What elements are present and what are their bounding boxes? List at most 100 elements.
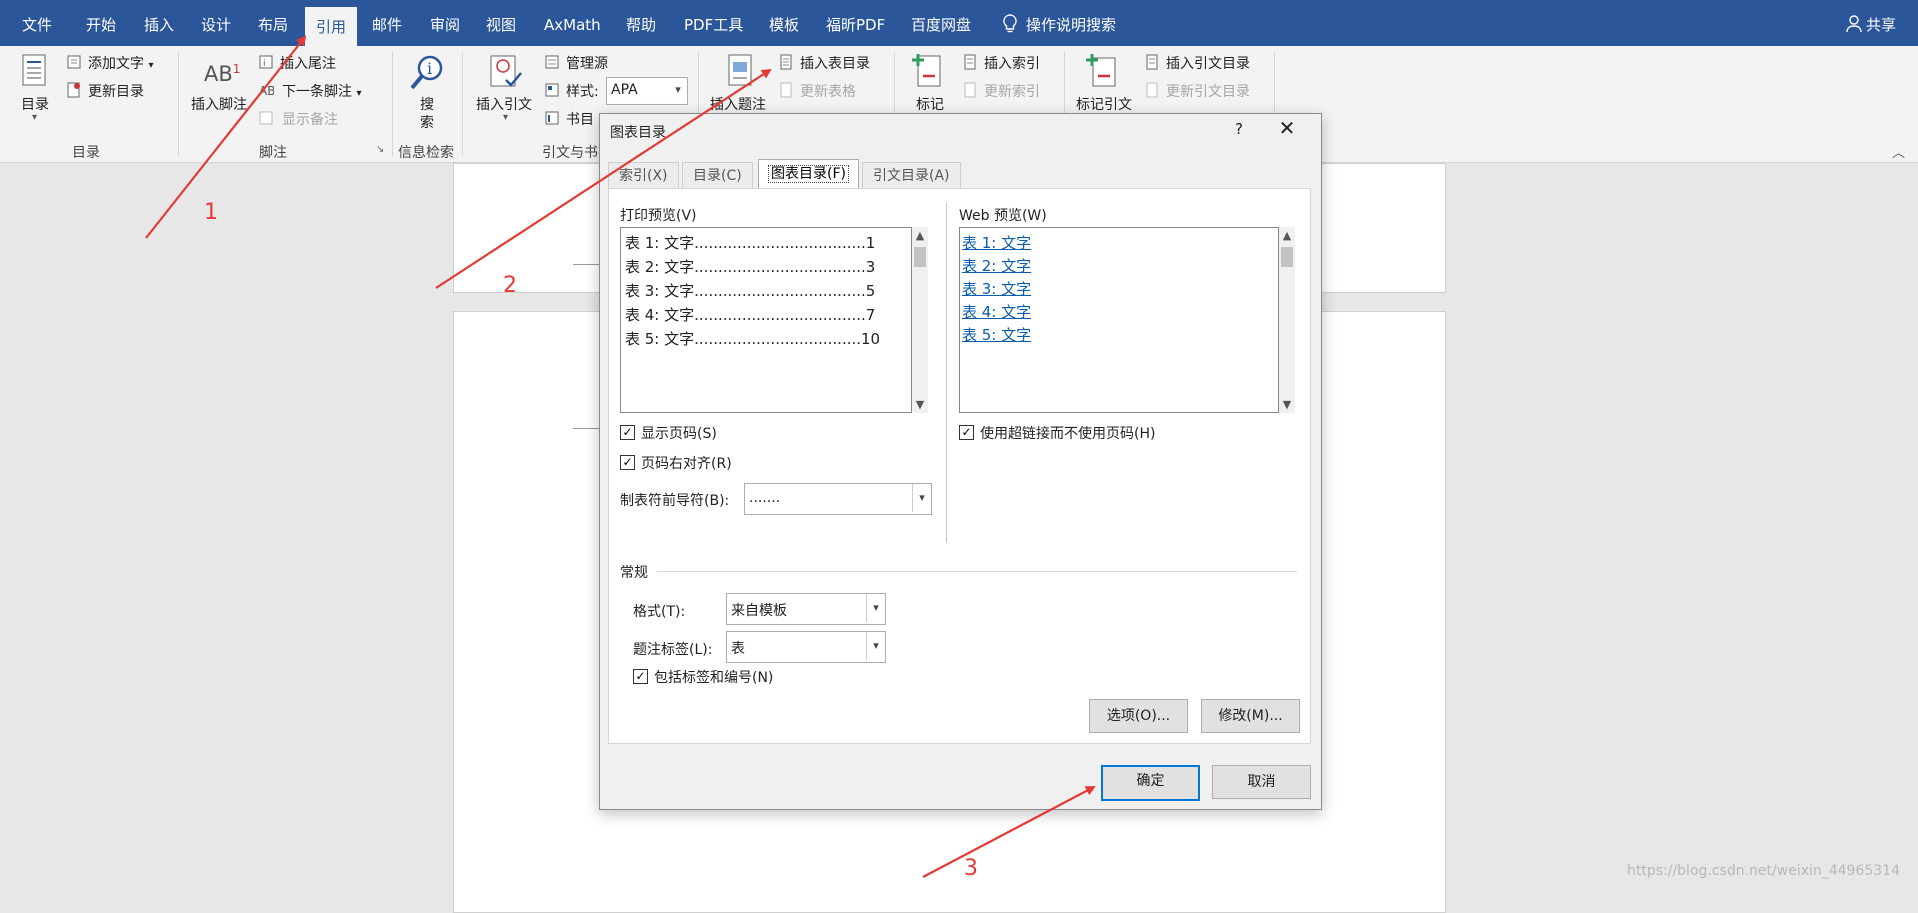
mark-entry-icon: [912, 54, 941, 87]
web-preview-link[interactable]: 表 5: 文字: [962, 324, 1031, 345]
web-preview-box[interactable]: 表 1: 文字 表 2: 文字 表 3: 文字 表 4: 文字 表 5: 文字: [959, 227, 1279, 413]
insert-caption-button[interactable]: 插入题注: [710, 94, 766, 114]
scroll-thumb[interactable]: [914, 247, 926, 267]
include-label-label[interactable]: 包括标签和编号(N): [654, 667, 773, 687]
help-button[interactable]: ?: [1229, 120, 1249, 138]
next-footnote-button[interactable]: 下一条脚注 ▾: [282, 81, 361, 101]
chevron-up-icon[interactable]: ▲: [1281, 229, 1293, 242]
ok-button[interactable]: 确定: [1101, 765, 1200, 801]
annotation-step-3: 3: [964, 856, 978, 881]
group-label-research: 信息检索: [398, 145, 454, 161]
menu-layout[interactable]: 布局: [258, 0, 288, 46]
tab-table-of-authorities[interactable]: 引文目录(A): [862, 162, 961, 189]
insert-citation-dropdown-arrow[interactable]: ▾: [503, 112, 508, 123]
table-of-contents-icon: [22, 54, 46, 86]
right-align-label[interactable]: 页码右对齐(R): [641, 453, 732, 473]
tab-toc[interactable]: 目录(C): [682, 162, 753, 189]
insert-index-icon: [964, 54, 976, 70]
footnote-dialog-launcher-icon[interactable]: ↘: [376, 144, 384, 155]
search-info-icon: i: [410, 55, 443, 90]
modify-button[interactable]: 修改(M)...: [1201, 699, 1300, 733]
show-notes-button[interactable]: 显示备注: [282, 109, 338, 129]
menu-foxit-pdf[interactable]: 福昕PDF: [826, 0, 885, 46]
chevron-down-icon: ▾: [866, 594, 885, 622]
update-table-button[interactable]: 更新表格: [800, 81, 856, 101]
menu-design[interactable]: 设计: [201, 0, 231, 46]
chevron-up-icon[interactable]: ▲: [914, 229, 926, 242]
toc-dropdown-arrow[interactable]: ▾: [32, 112, 37, 123]
citation-style-dropdown[interactable]: APA ▾: [606, 77, 688, 105]
menu-pdf-tools[interactable]: PDF工具: [684, 0, 743, 46]
annotation-step-2: 2: [503, 273, 517, 298]
menu-file[interactable]: 文件: [22, 0, 52, 46]
tab-leader-dropdown[interactable]: ....... ▾: [744, 483, 932, 515]
menu-help[interactable]: 帮助: [626, 0, 656, 46]
group-label-toc: 目录: [72, 145, 100, 161]
toc-button[interactable]: 目录: [21, 94, 49, 114]
caption-label-dropdown[interactable]: 表 ▾: [726, 631, 886, 663]
menu-insert[interactable]: 插入: [144, 0, 174, 46]
insert-index-button[interactable]: 插入索引: [984, 53, 1040, 73]
web-preview-link[interactable]: 表 2: 文字: [962, 255, 1031, 276]
use-hyperlinks-checkbox[interactable]: ✓: [959, 425, 974, 440]
menu-review[interactable]: 审阅: [430, 0, 460, 46]
chevron-down-icon[interactable]: ▼: [1281, 398, 1293, 411]
manage-sources-button[interactable]: 管理源: [566, 53, 608, 73]
mark-entry-button[interactable]: 标记: [916, 94, 944, 114]
menu-mailings[interactable]: 邮件: [372, 0, 402, 46]
right-align-checkbox[interactable]: ✓: [620, 455, 635, 470]
ribbon-separator: [178, 52, 179, 156]
web-preview-link[interactable]: 表 3: 文字: [962, 278, 1031, 299]
bibliography-button[interactable]: 书目: [566, 109, 594, 129]
print-preview-box[interactable]: 表 1: 文字.................................…: [620, 227, 912, 413]
menu-view[interactable]: 视图: [486, 0, 516, 46]
tab-index[interactable]: 索引(X): [608, 162, 679, 189]
insert-table-of-authorities-icon: [1146, 54, 1158, 70]
insert-table-of-figures-icon: [780, 54, 792, 70]
add-text-button[interactable]: 添加文字 ▾: [88, 53, 153, 73]
options-button[interactable]: 选项(O)...: [1089, 699, 1188, 733]
scroll-thumb[interactable]: [1281, 247, 1293, 267]
update-table-of-authorities-button[interactable]: 更新引文目录: [1166, 81, 1250, 101]
menu-templates[interactable]: 模板: [769, 0, 799, 46]
web-preview-scrollbar[interactable]: ▲ ▼: [1279, 227, 1295, 413]
tab-leader-label: 制表符前导符(B):: [620, 493, 730, 509]
update-toc-button[interactable]: 更新目录: [88, 81, 144, 101]
update-index-button[interactable]: 更新索引: [984, 81, 1040, 101]
chevron-down-icon[interactable]: ▼: [914, 398, 926, 411]
search-button-line1[interactable]: 搜: [420, 94, 434, 114]
menu-references[interactable]: 引用: [305, 7, 357, 46]
insert-footnote-button[interactable]: 插入脚注: [191, 94, 247, 114]
menu-axmath[interactable]: AxMath: [544, 0, 601, 46]
print-preview-scrollbar[interactable]: ▲ ▼: [912, 227, 928, 413]
web-preview-link[interactable]: 表 1: 文字: [962, 232, 1031, 253]
tell-me-search[interactable]: 操作说明搜索: [1002, 0, 1116, 46]
show-page-numbers-label[interactable]: 显示页码(S): [641, 423, 717, 443]
show-page-numbers-checkbox[interactable]: ✓: [620, 425, 635, 440]
insert-citation-icon: [490, 55, 522, 87]
margin-marker: [573, 428, 599, 429]
print-preview-line: 表 4: 文字.................................…: [625, 306, 876, 324]
web-preview-link[interactable]: 表 4: 文字: [962, 301, 1031, 322]
mark-citation-button[interactable]: 标记引文: [1076, 94, 1132, 114]
include-label-checkbox[interactable]: ✓: [633, 669, 648, 684]
collapse-ribbon-icon[interactable]: ︿: [1892, 142, 1905, 161]
svg-text:AB: AB: [259, 84, 274, 98]
print-preview-line: 表 1: 文字.................................…: [625, 234, 876, 252]
insert-citation-button[interactable]: 插入引文: [476, 94, 532, 114]
ribbon-separator: [462, 52, 463, 156]
cancel-button[interactable]: 取消: [1212, 765, 1311, 799]
menu-baidu-netdisk[interactable]: 百度网盘: [911, 0, 971, 46]
insert-table-of-authorities-button[interactable]: 插入引文目录: [1166, 53, 1250, 73]
insert-table-of-figures-button[interactable]: 插入表目录: [800, 53, 870, 73]
citation-style-value: APA: [611, 82, 638, 98]
search-button-line2[interactable]: 索: [420, 112, 434, 132]
insert-endnote-button[interactable]: 插入尾注: [280, 53, 336, 73]
close-icon[interactable]: ✕: [1274, 116, 1300, 140]
menu-home[interactable]: 开始: [86, 0, 116, 46]
use-hyperlinks-label[interactable]: 使用超链接而不使用页码(H): [980, 423, 1155, 443]
formats-dropdown[interactable]: 来自模板 ▾: [726, 593, 886, 625]
share-button[interactable]: 共享: [1846, 0, 1896, 46]
update-index-icon: [964, 82, 976, 98]
tab-table-of-figures[interactable]: 图表目录(F): [758, 159, 859, 189]
